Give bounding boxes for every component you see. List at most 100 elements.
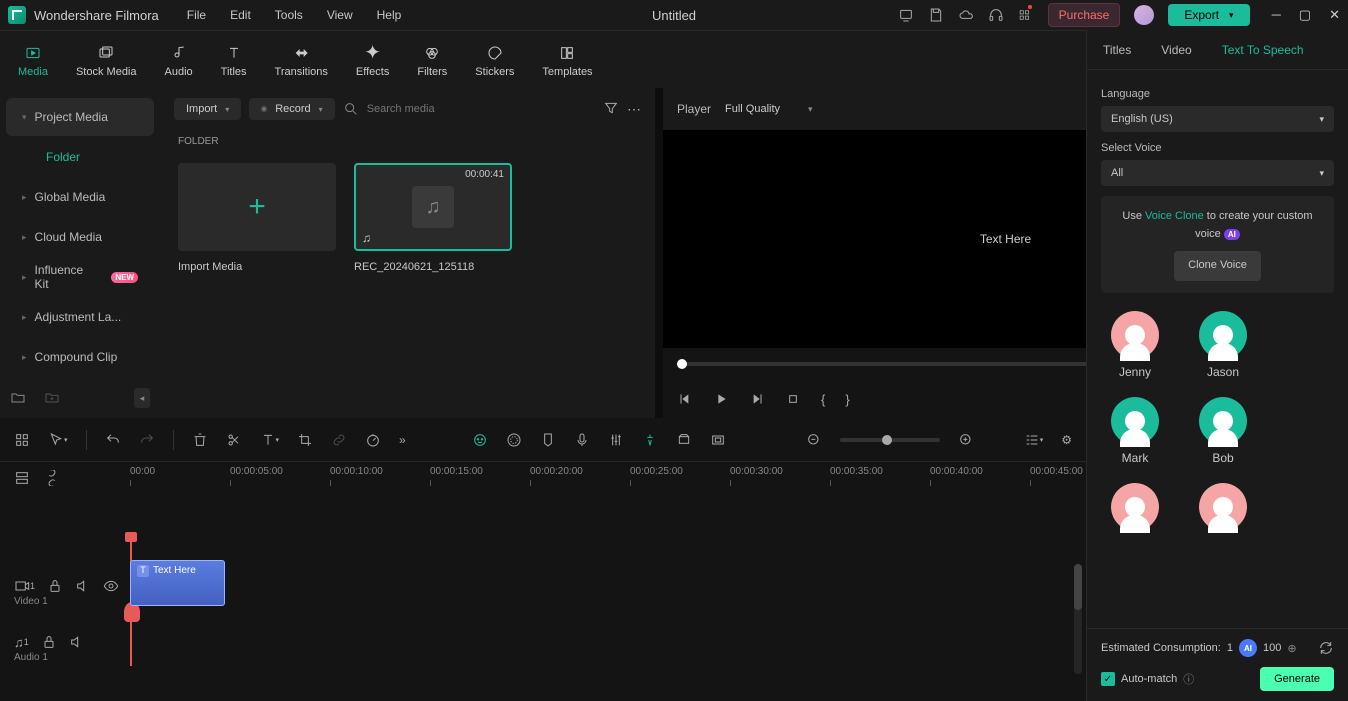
add-credits-button[interactable]: ⊕ bbox=[1287, 642, 1296, 655]
tab-stock-media[interactable]: Stock Media bbox=[76, 42, 137, 78]
sidebar-item-folder[interactable]: Folder bbox=[6, 138, 154, 176]
cloud-icon[interactable] bbox=[958, 7, 974, 23]
voice-filter-dropdown[interactable]: All▾ bbox=[1101, 160, 1334, 186]
info-icon[interactable]: ⓘ bbox=[1183, 671, 1194, 687]
generate-button[interactable]: Generate bbox=[1260, 667, 1334, 691]
timeline-scrollbar[interactable] bbox=[1074, 564, 1082, 674]
voiceover-tool[interactable] bbox=[574, 432, 590, 448]
search-input[interactable] bbox=[367, 103, 595, 115]
more-icon[interactable]: ⋯ bbox=[627, 101, 641, 118]
headphones-icon[interactable] bbox=[988, 7, 1004, 23]
import-media-tile[interactable]: + Import Media bbox=[178, 163, 336, 273]
track-lock-icon[interactable] bbox=[41, 634, 57, 650]
voice-jason[interactable]: Jason bbox=[1199, 311, 1247, 379]
device-icon[interactable] bbox=[898, 7, 914, 23]
delete-button[interactable] bbox=[192, 432, 208, 448]
next-frame-button[interactable] bbox=[749, 391, 765, 407]
tab-video-props[interactable]: Video bbox=[1161, 43, 1191, 57]
clone-voice-button[interactable]: Clone Voice bbox=[1174, 251, 1261, 281]
tab-filters[interactable]: Filters bbox=[417, 42, 447, 78]
voice-mark[interactable]: Mark bbox=[1111, 397, 1159, 465]
new-folder-icon[interactable] bbox=[10, 390, 26, 406]
timeline-options-icon[interactable] bbox=[14, 432, 30, 448]
sidebar-item-influence-kit[interactable]: ▸Influence KitNEW bbox=[6, 258, 154, 296]
undo-button[interactable] bbox=[105, 432, 121, 448]
sidebar-item-global-media[interactable]: ▸Global Media bbox=[6, 178, 154, 216]
zoom-in-button[interactable] bbox=[958, 432, 974, 448]
export-button[interactable]: Export▾ bbox=[1168, 4, 1249, 26]
color-tool[interactable] bbox=[506, 432, 522, 448]
menu-tools[interactable]: Tools bbox=[275, 8, 303, 22]
prev-frame-button[interactable] bbox=[677, 391, 693, 407]
tab-titles-props[interactable]: Titles bbox=[1103, 43, 1131, 57]
text-tool[interactable]: ▾ bbox=[260, 432, 280, 448]
more-tools[interactable]: » bbox=[399, 433, 406, 447]
purchase-button[interactable]: Purchase bbox=[1048, 3, 1121, 27]
split-button[interactable] bbox=[226, 432, 242, 448]
close-button[interactable]: ✕ bbox=[1329, 7, 1340, 23]
auto-ripple-icon[interactable] bbox=[44, 470, 60, 486]
voice-bob[interactable]: Bob bbox=[1199, 397, 1247, 465]
stop-button[interactable] bbox=[785, 391, 801, 407]
menu-edit[interactable]: Edit bbox=[230, 8, 251, 22]
link-tool[interactable] bbox=[331, 432, 347, 448]
sidebar-item-project-media[interactable]: ▾Project Media bbox=[6, 98, 154, 136]
sidebar-item-compound-clip[interactable]: ▸Compound Clip bbox=[6, 338, 154, 376]
timeline-settings-icon[interactable]: ⚙ bbox=[1061, 433, 1072, 447]
language-dropdown[interactable]: English (US)▾ bbox=[1101, 106, 1334, 132]
play-button[interactable] bbox=[713, 391, 729, 407]
filter-icon[interactable] bbox=[603, 100, 619, 119]
timeline-view-dropdown[interactable]: ▾ bbox=[1024, 432, 1044, 448]
menu-view[interactable]: View bbox=[327, 8, 353, 22]
track-audio-icon[interactable]: ♫1 bbox=[14, 635, 29, 650]
title-clip[interactable]: TText Here bbox=[130, 560, 225, 606]
mask-tool[interactable] bbox=[710, 432, 726, 448]
voice-jenny[interactable]: Jenny bbox=[1111, 311, 1159, 379]
track-mute-icon[interactable] bbox=[69, 634, 85, 650]
track-mute-icon[interactable] bbox=[75, 578, 91, 594]
voice-option[interactable] bbox=[1199, 483, 1247, 537]
collapse-sidebar-button[interactable]: ◂ bbox=[134, 388, 150, 408]
sidebar-item-adjustment-layer[interactable]: ▸Adjustment La... bbox=[6, 298, 154, 336]
new-bin-icon[interactable] bbox=[44, 390, 60, 406]
save-icon[interactable] bbox=[928, 7, 944, 23]
tab-audio[interactable]: Audio bbox=[165, 42, 193, 78]
ai-tool[interactable] bbox=[472, 432, 488, 448]
tab-titles[interactable]: Titles bbox=[221, 42, 247, 78]
render-tool[interactable] bbox=[676, 432, 692, 448]
zoom-knob[interactable] bbox=[882, 435, 892, 445]
minimize-button[interactable]: ─ bbox=[1272, 7, 1281, 23]
marker-tool[interactable] bbox=[540, 432, 556, 448]
audio-mixer-tool[interactable] bbox=[608, 432, 624, 448]
record-dropdown[interactable]: Record▾ bbox=[249, 98, 334, 120]
voice-clone-link[interactable]: Voice Clone bbox=[1145, 210, 1204, 222]
timeline-ruler[interactable]: 00:00 00:00:05:00 00:00:10:00 00:00:15:0… bbox=[130, 462, 1086, 494]
mark-in-button[interactable]: { bbox=[821, 392, 825, 407]
menu-help[interactable]: Help bbox=[377, 8, 402, 22]
automatch-checkbox[interactable]: ✓ bbox=[1101, 672, 1115, 686]
import-dropdown[interactable]: Import▾ bbox=[174, 98, 241, 120]
crop-tool[interactable] bbox=[297, 432, 313, 448]
tab-templates[interactable]: Templates bbox=[542, 42, 592, 78]
refresh-icon[interactable] bbox=[1318, 640, 1334, 656]
quality-dropdown[interactable]: Full Quality▾ bbox=[725, 103, 813, 115]
zoom-slider[interactable] bbox=[840, 438, 940, 442]
keyframe-tool[interactable] bbox=[642, 432, 658, 448]
mark-out-button[interactable]: } bbox=[845, 392, 849, 407]
voice-option[interactable] bbox=[1111, 483, 1159, 537]
tab-tts[interactable]: Text To Speech bbox=[1222, 43, 1304, 57]
menu-file[interactable]: File bbox=[187, 8, 206, 22]
media-clip-tile[interactable]: 00:00:41 ♫ ♫ REC_20240621_125118 bbox=[354, 163, 512, 273]
maximize-button[interactable]: ▢ bbox=[1299, 7, 1311, 23]
redo-button[interactable] bbox=[139, 432, 155, 448]
track-lock-icon[interactable] bbox=[47, 578, 63, 594]
tab-stickers[interactable]: Stickers bbox=[475, 42, 514, 78]
sidebar-item-cloud-media[interactable]: ▸Cloud Media bbox=[6, 218, 154, 256]
user-avatar[interactable] bbox=[1134, 5, 1154, 25]
tab-transitions[interactable]: Transitions bbox=[275, 42, 328, 78]
apps-icon[interactable] bbox=[1018, 7, 1034, 23]
track-manager-icon[interactable] bbox=[14, 470, 30, 486]
speed-tool[interactable] bbox=[365, 432, 381, 448]
scrub-head[interactable] bbox=[677, 359, 687, 369]
cursor-tool[interactable]: ▾ bbox=[48, 432, 68, 448]
